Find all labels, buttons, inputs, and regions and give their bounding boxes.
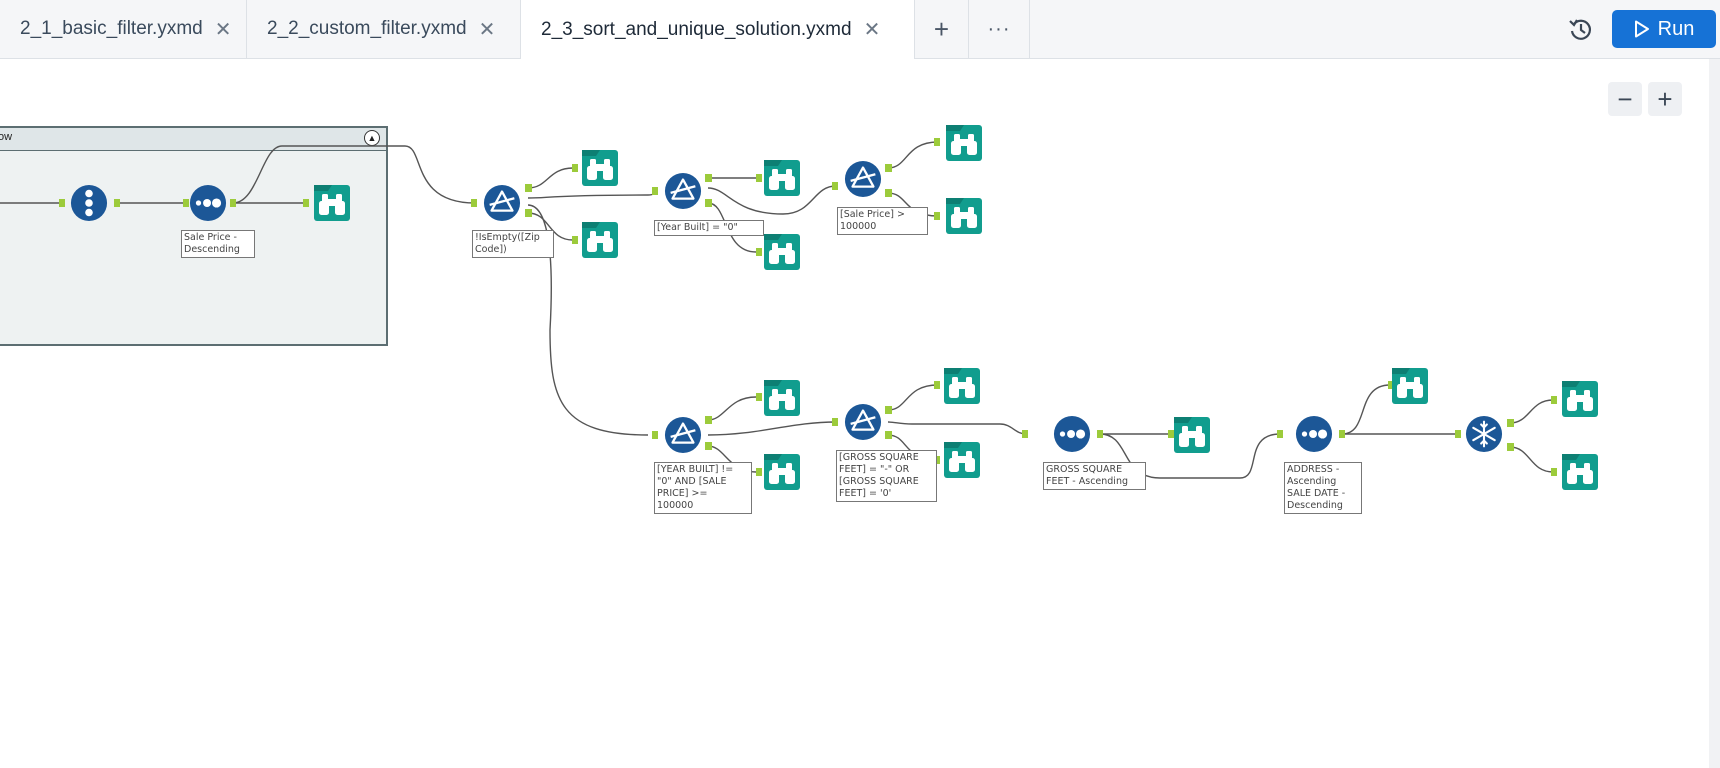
connection-anchors[interactable] xyxy=(59,138,1557,476)
browse-tool[interactable] xyxy=(1174,417,1210,453)
sort-tool[interactable] xyxy=(1295,415,1333,453)
browse-tool[interactable] xyxy=(764,380,800,416)
filter-tool[interactable] xyxy=(844,403,882,441)
browse-tool[interactable] xyxy=(764,454,800,490)
browse-tool[interactable] xyxy=(582,150,618,186)
browse-tool[interactable] xyxy=(1392,368,1428,404)
browse-tool[interactable] xyxy=(764,160,800,196)
annotation-filter-gross-square-feet: [GROSS SQUARE FEET] = "-" OR [GROSS SQUA… xyxy=(836,450,937,502)
annotation-filter-zip: !IsEmpty([Zip Code]) xyxy=(472,230,554,258)
record-id-tool[interactable] xyxy=(70,184,108,222)
browse-tool[interactable] xyxy=(582,222,618,258)
annotation-filter-year-built: [Year Built] = "0" xyxy=(654,220,764,236)
annotation-filter-sale-price: [Sale Price] > 100000 xyxy=(837,207,928,235)
browse-tool[interactable] xyxy=(946,125,982,161)
sort-tool[interactable] xyxy=(1053,415,1091,453)
workflow-diagram xyxy=(0,125,1598,490)
browse-tool[interactable] xyxy=(944,442,980,478)
sort-tool[interactable] xyxy=(189,184,227,222)
annotation-sort-address-sale-date: ADDRESS - Ascending SALE DATE - Descendi… xyxy=(1284,462,1362,514)
filter-tool[interactable] xyxy=(483,184,521,222)
annotation-sort-sale-price: Sale Price - Descending xyxy=(181,230,255,258)
browse-tool[interactable] xyxy=(1562,381,1598,417)
filter-tool[interactable] xyxy=(844,160,882,198)
unique-tool[interactable] xyxy=(1465,415,1503,453)
browse-tool[interactable] xyxy=(946,198,982,234)
browse-tool[interactable] xyxy=(314,185,350,221)
browse-tool[interactable] xyxy=(764,234,800,270)
browse-tool[interactable] xyxy=(1562,454,1598,490)
filter-tool[interactable] xyxy=(664,172,702,210)
filter-tool[interactable] xyxy=(664,416,702,454)
browse-tool[interactable] xyxy=(944,368,980,404)
annotation-sort-gross-square-feet: GROSS SQUARE FEET - Ascending xyxy=(1043,462,1146,490)
annotation-filter-year-built-sale-price: [YEAR BUILT] != "0" AND [SALE PRICE] >= … xyxy=(654,462,752,514)
